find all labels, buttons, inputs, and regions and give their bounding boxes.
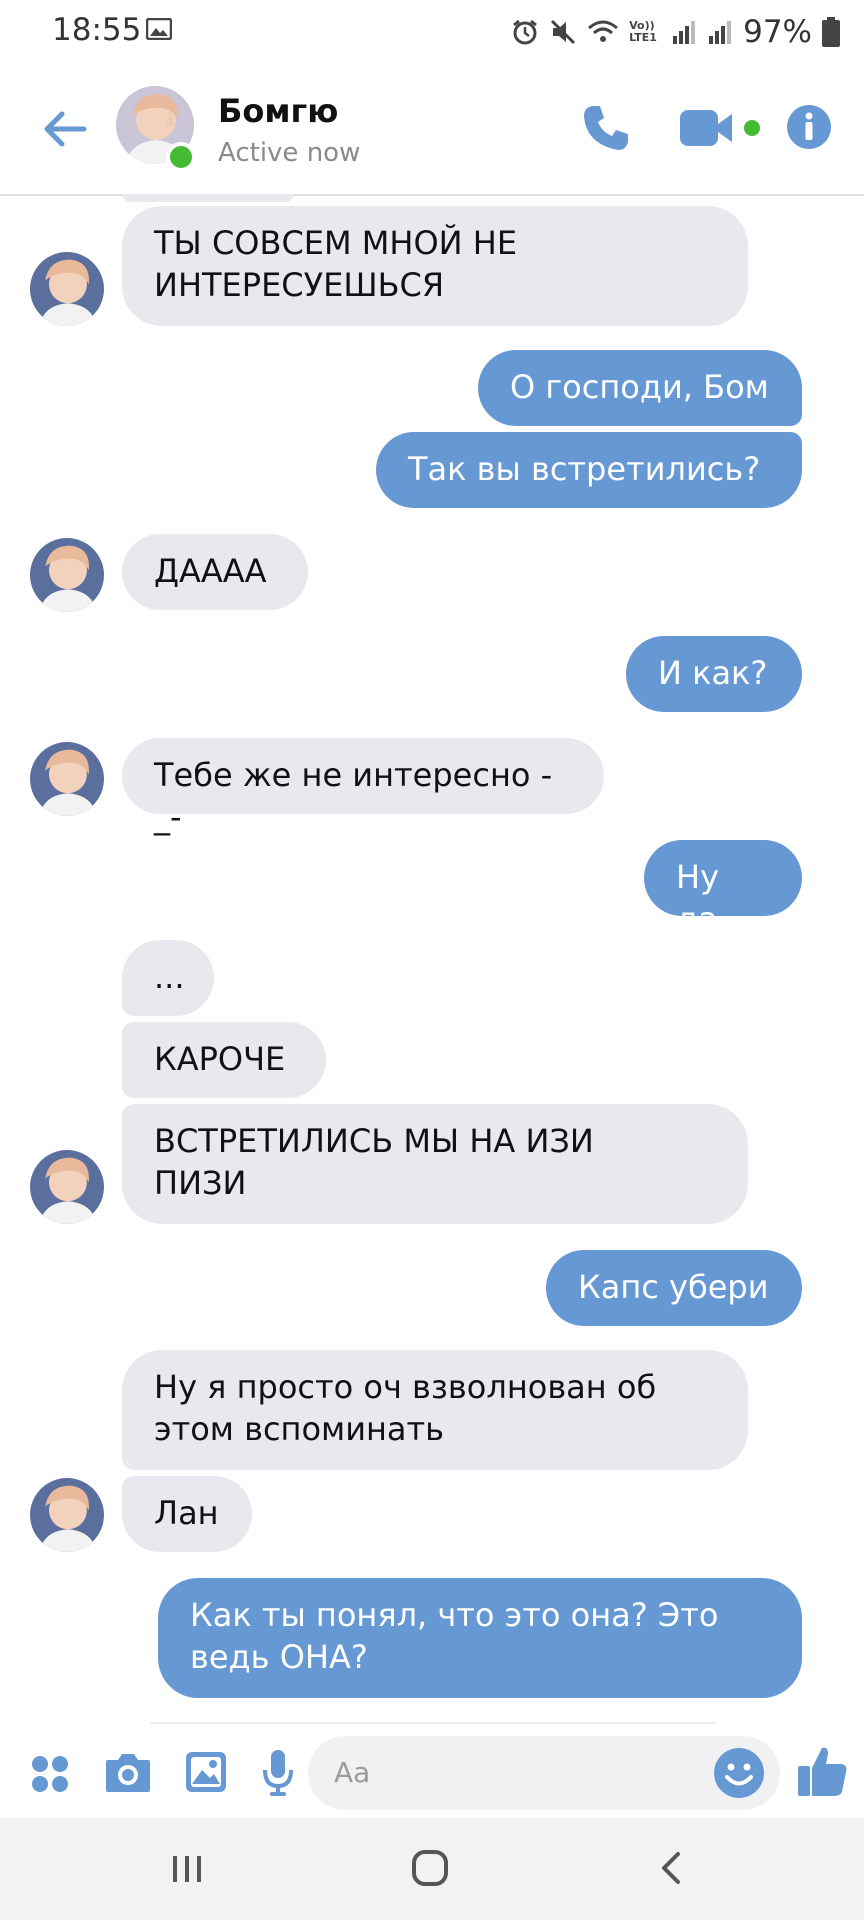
network-label: Vo)) LTE1 [629, 19, 657, 44]
message-input[interactable]: Aa [308, 1736, 780, 1810]
message-line: Лан [154, 1494, 219, 1532]
message-line: КАРОЧЕ [154, 1040, 286, 1078]
message-bubble[interactable]: Капс убери [546, 1250, 802, 1326]
battery-icon [822, 17, 840, 47]
message-line: Как ты понял, что это она? Это [190, 1596, 719, 1634]
message-bubble[interactable]: ТЫ СОВСЕМ МНОЙ НЕ ИНТЕРЕСУЕШЬСЯ [122, 206, 748, 326]
sender-avatar[interactable] [30, 252, 104, 326]
nav-back-icon[interactable] [656, 1850, 686, 1886]
message-bubble[interactable]: ВСТРЕТИЛИСЬ МЫ НА ИЗИ ПИЗИ [122, 1104, 748, 1224]
info-icon[interactable] [786, 104, 832, 150]
contact-status: Active now [218, 138, 361, 168]
message-bubble[interactable]: Как ты понял, что это она? Это ведь ОНА? [158, 1578, 802, 1698]
message-line: Так вы встретились? [408, 450, 761, 488]
message-list[interactable]: ТЫ СОВСЕМ МНОЙ НЕ ИНТЕРЕСУЕШЬСЯ О господ… [0, 194, 864, 1734]
message-line: этом вспоминать [154, 1410, 445, 1448]
message-line: ведь ОНА? [190, 1638, 368, 1676]
message-line: О господи, Бом [510, 368, 769, 406]
recent-apps-icon[interactable] [170, 1852, 204, 1886]
battery-percent: 97% [743, 14, 812, 50]
signal-2-icon [709, 21, 732, 44]
message-line: ТЫ СОВСЕМ МНОЙ НЕ [154, 224, 518, 262]
thumbs-up-icon[interactable] [796, 1744, 848, 1798]
status-time: 18:55 [52, 12, 142, 48]
sender-avatar[interactable] [30, 1150, 104, 1224]
previous-bubble-edge [122, 194, 294, 202]
message-bubble[interactable]: Ну да [644, 840, 802, 938]
message-bubble[interactable]: О господи, Бом [478, 350, 802, 426]
gallery-icon[interactable] [184, 1750, 228, 1794]
mute-icon [551, 19, 576, 45]
message-bubble[interactable]: Ну я просто оч взволнован об этом вспоми… [122, 1350, 748, 1470]
message-line: Ну да [676, 858, 719, 938]
message-line: И как? [658, 654, 768, 692]
message-line: Тебе же не интересно -_- [154, 756, 553, 836]
composer-bar: Aa [0, 1722, 864, 1824]
sender-avatar[interactable] [30, 1478, 104, 1552]
sender-avatar[interactable] [30, 538, 104, 612]
message-bubble[interactable]: Тебе же не интересно -_- [122, 738, 604, 836]
back-arrow-icon[interactable] [40, 104, 90, 154]
message-bubble[interactable]: Лан [122, 1476, 252, 1552]
emoji-icon[interactable] [712, 1746, 766, 1800]
sender-avatar[interactable] [30, 742, 104, 816]
signal-1-icon [673, 21, 696, 44]
alarm-icon [513, 19, 538, 45]
video-camera-icon[interactable] [678, 106, 764, 150]
system-nav-bar [0, 1818, 864, 1920]
message-bubble[interactable]: ... [122, 940, 214, 1016]
message-bubble[interactable]: ДАААА [122, 534, 308, 610]
microphone-icon[interactable] [262, 1748, 294, 1798]
phone-icon[interactable] [580, 102, 632, 154]
message-bubble[interactable]: И как? [626, 636, 802, 712]
message-input-placeholder: Aa [334, 1756, 371, 1789]
message-bubble[interactable]: Так вы встретились? [376, 432, 802, 508]
chat-header: Бомгю Active now [0, 64, 864, 196]
message-line: ИНТЕРЕСУЕШЬСЯ [154, 266, 445, 304]
camera-icon[interactable] [104, 1750, 152, 1794]
gallery-notification-icon [146, 18, 172, 40]
status-bar: 18:55 Vo)) LTE1 97% [0, 0, 864, 64]
online-indicator [166, 142, 196, 172]
status-icons: Vo)) LTE1 97% [511, 14, 840, 50]
message-line: ДАААА [154, 552, 267, 590]
message-line: Капс убери [578, 1268, 769, 1306]
message-line: ... [154, 958, 185, 996]
message-bubble[interactable]: КАРОЧЕ [122, 1022, 326, 1098]
apps-icon[interactable] [30, 1754, 70, 1794]
message-line: ПИЗИ [154, 1164, 247, 1202]
message-line: ВСТРЕТИЛИСЬ МЫ НА ИЗИ [154, 1122, 594, 1160]
message-line: Ну я просто оч взволнован об [154, 1368, 657, 1406]
home-icon[interactable] [410, 1848, 450, 1888]
wifi-icon [588, 20, 619, 42]
contact-name[interactable]: Бомгю [218, 92, 338, 130]
